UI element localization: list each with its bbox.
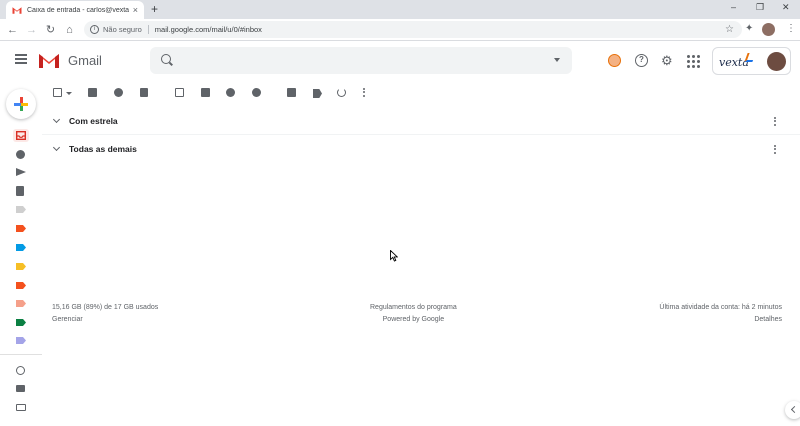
powered-by-text: Powered by Google <box>382 316 445 323</box>
section-title: Todas as demais <box>69 144 137 154</box>
nav-label-6[interactable] <box>16 300 26 309</box>
label-icon <box>16 244 26 251</box>
send-icon <box>16 168 26 176</box>
draft-icon <box>16 186 24 196</box>
manage-storage-link[interactable]: Gerenciar <box>52 314 158 326</box>
gmail-favicon-icon <box>12 7 22 14</box>
main-menu-icon[interactable] <box>15 54 27 66</box>
nav-label-8[interactable] <box>16 337 26 346</box>
nav-drafts[interactable] <box>16 186 26 196</box>
browser-toolbar: ← → ↻ ⌂ i Não seguro mail.google.com/mai… <box>0 19 800 41</box>
last-activity-text: Última atividade da conta: há 2 minutos <box>659 304 782 311</box>
label-icon <box>16 225 26 232</box>
label-icon <box>16 206 26 213</box>
nav-meet[interactable] <box>16 385 26 394</box>
browser-tab-title: Caixa de entrada - carlos@vexta... <box>27 6 129 14</box>
search-icon[interactable] <box>161 54 171 64</box>
chevron-down-icon[interactable] <box>52 115 61 124</box>
info-icon[interactable]: i <box>90 25 99 34</box>
url-text[interactable]: mail.google.com/mail/u/0/#inbox <box>155 25 262 34</box>
report-spam-icon[interactable] <box>114 88 123 97</box>
close-window-button[interactable]: ✕ <box>782 2 790 13</box>
mark-as-unread-icon[interactable] <box>201 88 210 97</box>
label-icon <box>16 319 26 326</box>
browser-profile-avatar[interactable] <box>762 23 775 36</box>
archive-icon[interactable] <box>88 88 97 97</box>
forward-button[interactable]: → <box>22 24 41 36</box>
section-title: Com estrela <box>69 116 118 126</box>
label-icon <box>16 337 26 344</box>
section-everything-else[interactable]: Todas as demais <box>42 135 800 163</box>
delete-icon[interactable] <box>140 88 148 97</box>
chat-icon <box>16 366 25 375</box>
account-switcher[interactable]: vexta <box>712 47 791 75</box>
status-avatar-icon[interactable] <box>608 54 621 67</box>
minimize-window-button[interactable]: – <box>731 2 736 12</box>
video-camera-icon <box>16 385 25 392</box>
nav-label-7[interactable] <box>16 319 26 328</box>
settings-gear-icon[interactable]: ⚙ <box>661 54 674 67</box>
chevron-down-icon[interactable] <box>52 143 61 152</box>
label-icon <box>16 263 26 270</box>
compose-button[interactable] <box>6 89 36 119</box>
nav-label-3[interactable] <box>16 244 26 253</box>
labels-icon[interactable] <box>313 89 322 98</box>
keyboard-icon <box>16 404 26 411</box>
gmail-header: Gmail ? ⚙ vexta <box>0 42 800 80</box>
select-options-caret-icon[interactable] <box>66 92 72 95</box>
search-mail-input[interactable] <box>150 47 572 74</box>
gmail-logo-text[interactable]: Gmail <box>68 53 102 68</box>
back-button[interactable]: ← <box>3 24 22 36</box>
nav-snoozed[interactable] <box>16 150 26 159</box>
extensions-icon[interactable]: ✦ <box>745 23 753 34</box>
activity-details-link[interactable]: Detalhes <box>659 314 782 326</box>
close-tab-icon[interactable]: × <box>133 5 138 15</box>
program-policies-link[interactable]: Regulamentos do programa <box>370 302 457 314</box>
nav-inbox[interactable] <box>13 129 29 142</box>
nav-divider <box>0 354 42 355</box>
mouse-cursor-icon <box>390 250 398 262</box>
label-icon <box>16 282 26 289</box>
nav-label-4[interactable] <box>16 263 26 272</box>
nav-label-2[interactable] <box>16 225 26 234</box>
add-to-tasks-icon[interactable] <box>252 88 261 97</box>
mark-as-read-icon[interactable] <box>175 88 184 97</box>
browser-menu-icon[interactable]: ⋮ <box>786 23 796 34</box>
snooze-clock-icon[interactable] <box>226 88 235 97</box>
nav-label-5[interactable] <box>16 282 26 291</box>
bookmark-star-icon[interactable]: ☆ <box>725 24 734 35</box>
nav-label-1[interactable] <box>16 206 26 215</box>
move-to-icon[interactable] <box>287 88 296 97</box>
nav-keyboard[interactable] <box>16 404 26 413</box>
show-side-panel-button[interactable] <box>785 401 800 419</box>
refresh-icon[interactable] <box>337 88 346 97</box>
address-bar[interactable]: i Não seguro mail.google.com/mail/u/0/#i… <box>84 21 742 38</box>
inbox-icon <box>16 131 26 140</box>
home-button[interactable]: ⌂ <box>60 24 79 36</box>
account-avatar[interactable] <box>767 52 786 71</box>
browser-tab-strip: Caixa de entrada - carlos@vexta... × + –… <box>0 0 800 19</box>
google-apps-icon[interactable] <box>687 54 700 68</box>
section-options-icon[interactable] <box>773 117 776 126</box>
compose-plus-icon <box>14 97 28 111</box>
nav-chat[interactable] <box>16 366 26 375</box>
section-options-icon[interactable] <box>773 145 776 154</box>
gmail-logo-icon[interactable] <box>38 52 60 68</box>
restore-window-button[interactable]: ❐ <box>756 2 764 13</box>
label-icon <box>16 300 26 307</box>
help-icon[interactable]: ? <box>635 54 648 67</box>
security-label: Não seguro <box>103 25 149 34</box>
browser-tab-gmail[interactable]: Caixa de entrada - carlos@vexta... × <box>6 1 144 19</box>
select-all-checkbox[interactable] <box>53 88 62 97</box>
new-tab-button[interactable]: + <box>151 2 158 16</box>
brand-mark-icon <box>744 53 756 62</box>
nav-sent[interactable] <box>16 168 26 177</box>
reload-button[interactable]: ↻ <box>41 23 60 36</box>
account-brand-logo: vexta <box>719 56 749 69</box>
storage-usage-text: 15,16 GB (89%) de 17 GB usados <box>52 304 159 311</box>
more-options-icon[interactable] <box>362 88 365 97</box>
section-starred[interactable]: Com estrela <box>42 107 800 135</box>
search-options-caret-icon[interactable] <box>554 58 560 62</box>
clock-icon <box>16 150 25 159</box>
